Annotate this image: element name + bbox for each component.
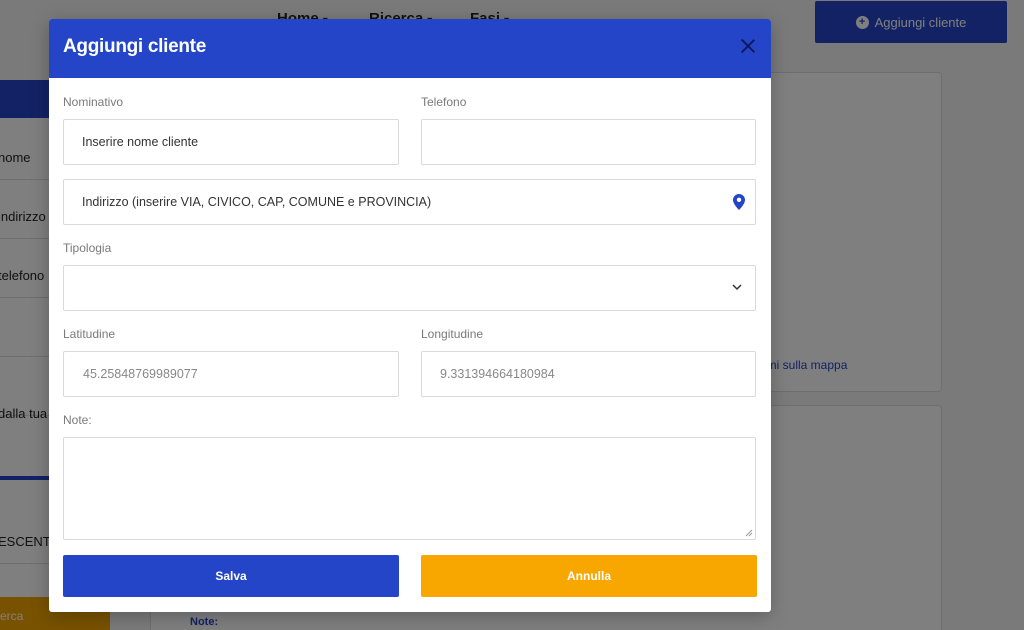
tipologia-label: Tipologia (63, 241, 112, 255)
indirizzo-field[interactable] (63, 179, 756, 225)
nominativo-field[interactable] (63, 119, 399, 165)
telefono-label: Telefono (421, 95, 467, 109)
save-button[interactable]: Salva (63, 555, 399, 597)
telefono-input[interactable] (440, 135, 755, 149)
latitudine-field[interactable]: 45.25848769989077 (63, 351, 399, 397)
add-client-modal: Aggiungi cliente Nominativo Telefono Tip… (49, 19, 771, 612)
latitudine-value: 45.25848769989077 (83, 367, 198, 381)
modal-title: Aggiungi cliente (63, 36, 206, 57)
tipologia-select[interactable] (63, 265, 756, 311)
note-label: Note: (63, 413, 92, 427)
latitudine-label: Latitudine (63, 327, 116, 341)
cancel-button[interactable]: Annulla (421, 555, 757, 597)
indirizzo-input[interactable] (82, 195, 722, 209)
chevron-down-icon (732, 284, 742, 291)
resize-grip-icon[interactable] (745, 529, 753, 537)
note-textarea[interactable] (63, 437, 756, 540)
longitudine-label: Longitudine (421, 327, 484, 341)
longitudine-value: 9.331394664180984 (440, 367, 555, 381)
longitudine-field[interactable]: 9.331394664180984 (421, 351, 756, 397)
nominativo-input[interactable] (82, 135, 398, 149)
map-pin-icon[interactable] (733, 194, 745, 210)
nominativo-label: Nominativo (63, 95, 124, 109)
telefono-field[interactable] (421, 119, 756, 165)
modal-header: Aggiungi cliente (49, 19, 771, 78)
close-icon[interactable] (737, 35, 759, 57)
